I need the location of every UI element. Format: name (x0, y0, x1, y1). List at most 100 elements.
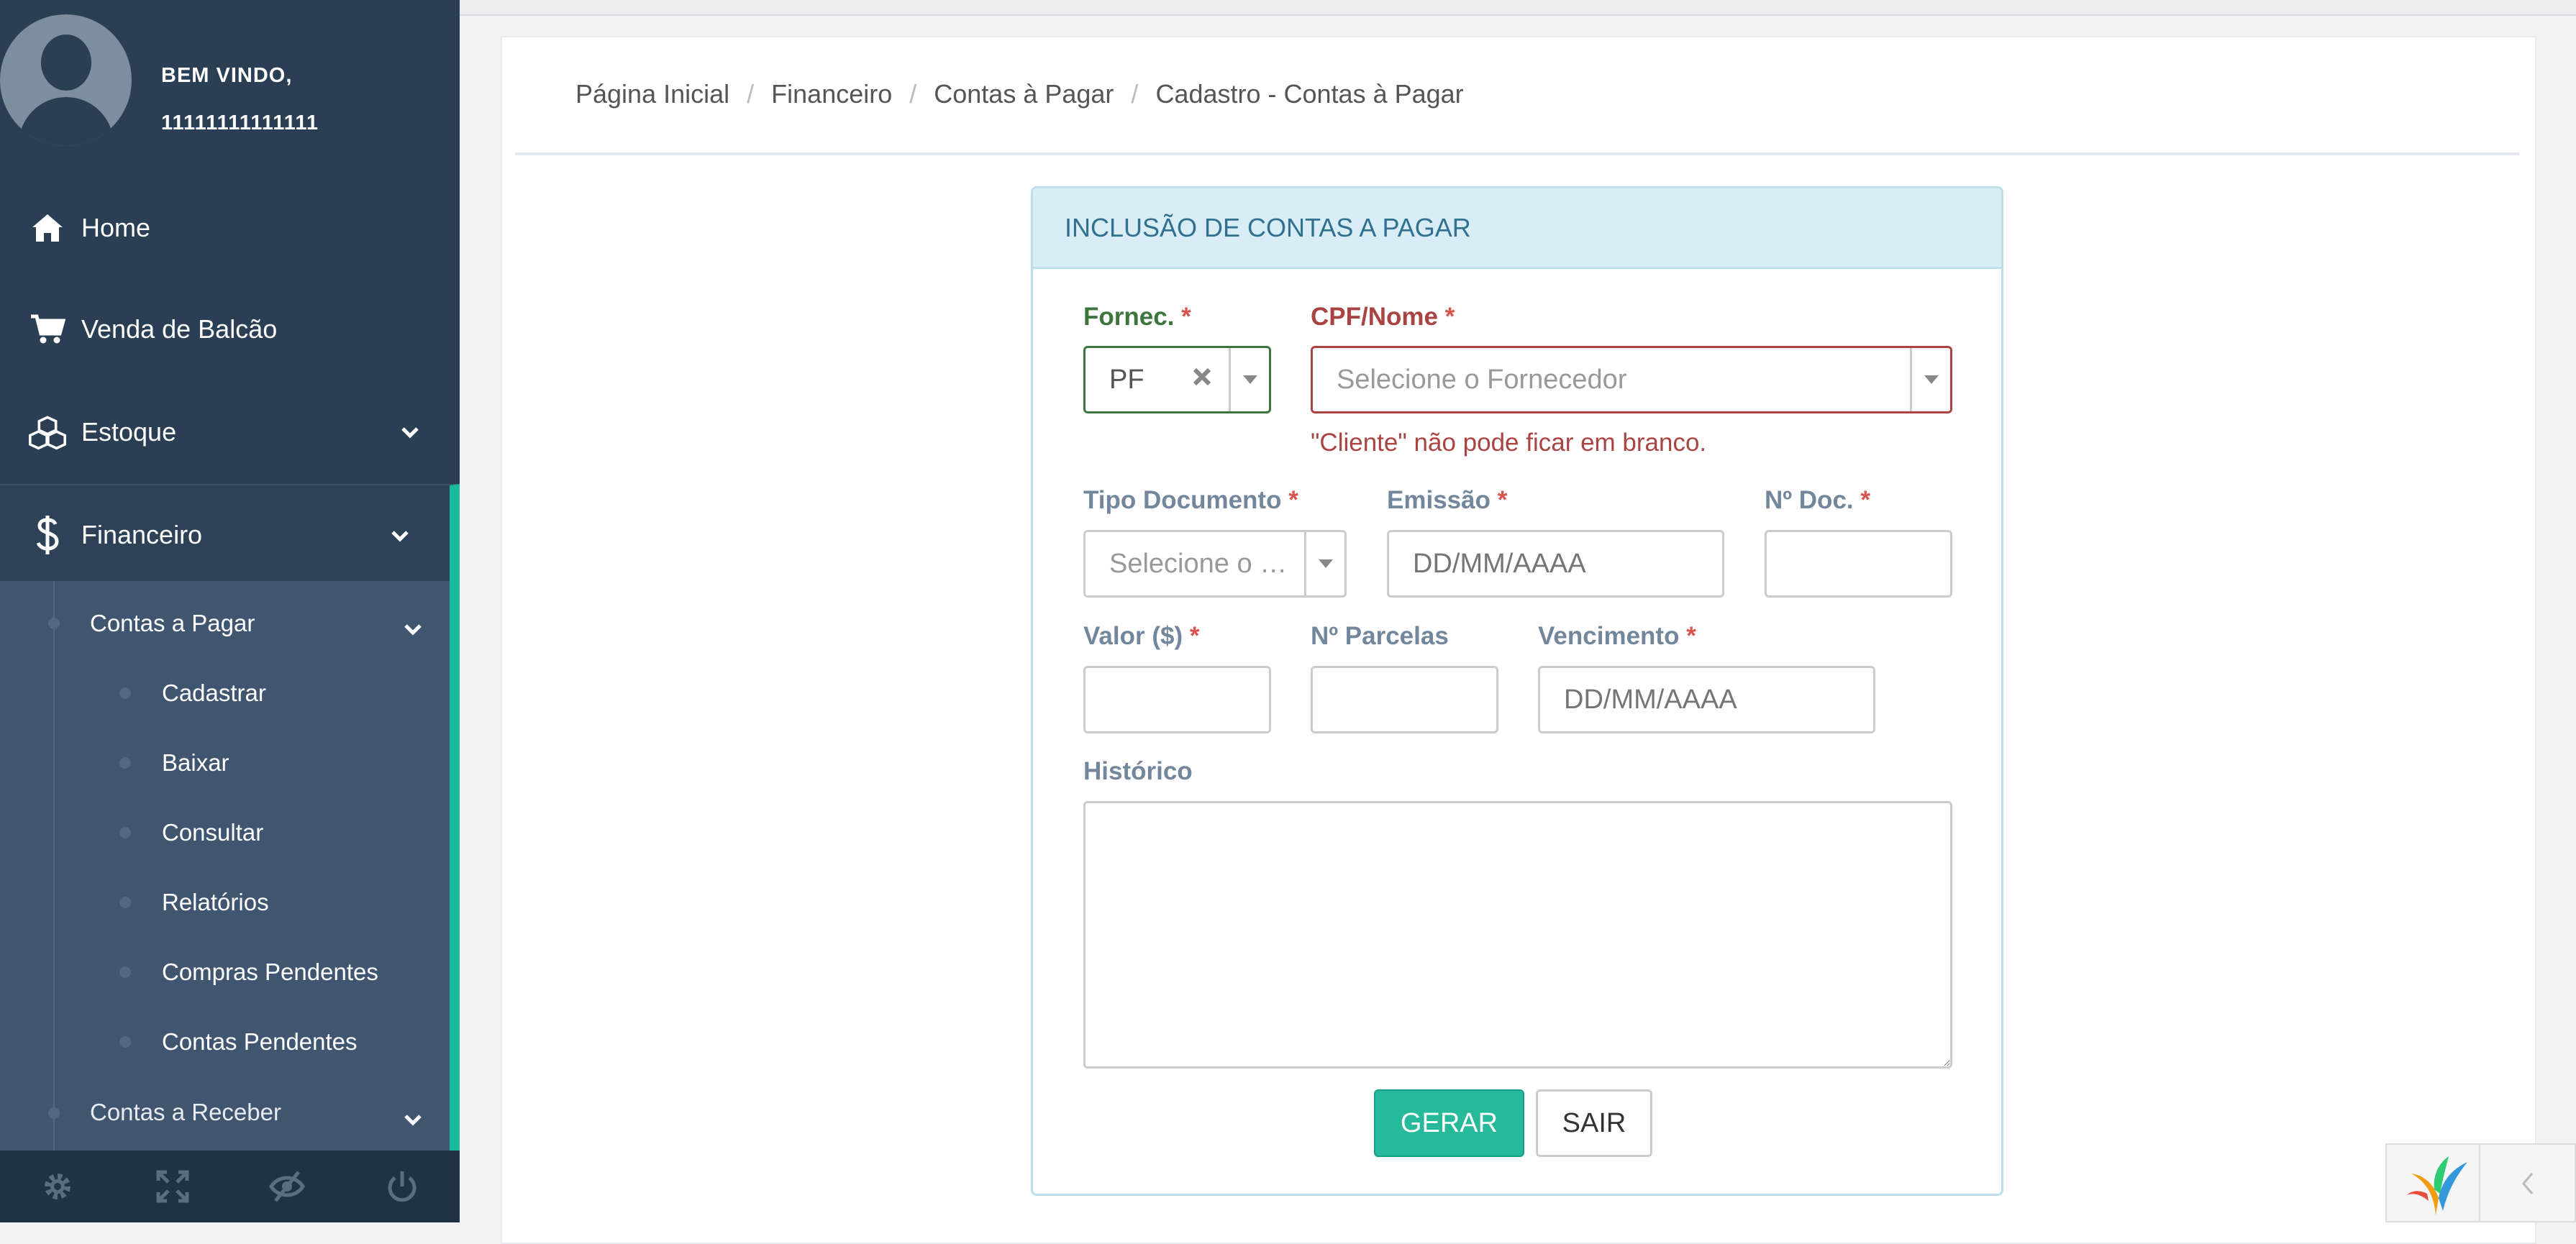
compras-pendentes-label: Compras Pendentes (162, 959, 378, 985)
welcome-text: BEM VINDO, 11111111111111 (161, 52, 319, 147)
breadcrumb-financeiro[interactable]: Financeiro (771, 79, 892, 109)
dropdown-arrow[interactable] (1304, 532, 1344, 595)
emissao-input[interactable] (1387, 530, 1724, 598)
sidebar: BEM VINDO, 11111111111111 Home Venda de … (0, 0, 460, 1222)
lock-button[interactable] (230, 1151, 345, 1222)
cpf-label: CPF/Nome * (1311, 303, 1455, 331)
chevron-down-icon (401, 427, 419, 439)
dropdown-arrow[interactable] (1910, 348, 1950, 411)
submenu-line (53, 581, 55, 1151)
fornec-label: Fornec. * (1083, 303, 1191, 331)
vencimento-label: Vencimento * (1538, 622, 1696, 650)
clear-icon[interactable] (1191, 364, 1213, 395)
emissao-label: Emissão * (1387, 486, 1508, 514)
consultar-label: Consultar (162, 819, 264, 846)
cubes-icon (29, 413, 66, 451)
avatar (0, 14, 132, 146)
submenu-dot (48, 1107, 60, 1119)
submenu-contas-receber[interactable]: Contas a Receber (90, 1099, 281, 1126)
nav-estoque-label: Estoque (81, 417, 177, 447)
tipo-placeholder: Selecione o … (1109, 548, 1288, 579)
submenu-dot (48, 618, 60, 629)
breadcrumb: Página Inicial / Financeiro / Contas à P… (575, 79, 1464, 109)
vencimento-input[interactable] (1538, 666, 1875, 733)
nav-home-label: Home (81, 213, 151, 242)
baixar-label: Baixar (162, 749, 229, 776)
username: 11111111111111 (161, 111, 319, 134)
contas-pagar-label: Contas a Pagar (90, 610, 255, 636)
nav-estoque[interactable]: Estoque (0, 382, 460, 482)
active-indicator (450, 489, 460, 1151)
caret-down-icon (1242, 375, 1257, 384)
dropdown-arrow[interactable] (1229, 348, 1269, 411)
submenu-compras-pendentes[interactable]: Compras Pendentes (162, 959, 378, 986)
relatorios-label: Relatórios (162, 889, 269, 915)
fornec-value: PF (1109, 364, 1144, 395)
breadcrumb-divider (515, 152, 2519, 155)
dollar-icon (29, 516, 66, 554)
submenu-dot (119, 1036, 131, 1048)
form-title: INCLUSÃO DE CONTAS A PAGAR (1033, 188, 2001, 269)
sidebar-footer (0, 1151, 460, 1222)
historico-textarea[interactable] (1083, 801, 1952, 1069)
submenu-baixar[interactable]: Baixar (162, 749, 229, 777)
chevron-left-icon (2522, 1173, 2534, 1194)
caret-down-icon (1924, 375, 1939, 384)
fullscreen-button[interactable] (115, 1151, 230, 1222)
submenu-dot (119, 757, 131, 769)
parcelas-label: Nº Parcelas (1311, 622, 1449, 650)
fullscreen-icon (156, 1170, 189, 1203)
form-title-text: INCLUSÃO DE CONTAS A PAGAR (1065, 212, 1471, 242)
ndoc-label: Nº Doc. * (1765, 486, 1870, 514)
home-icon (29, 209, 66, 247)
ndoc-input[interactable] (1765, 530, 1952, 598)
chevron-down-icon (404, 1115, 422, 1126)
nav-home[interactable]: Home (0, 178, 460, 278)
caret-down-icon (1318, 559, 1333, 568)
nav-venda-label: Venda de Balcão (81, 314, 278, 344)
gerar-label: GERAR (1400, 1107, 1498, 1138)
nav-venda-balcao[interactable]: Venda de Balcão (0, 279, 460, 380)
financeiro-submenu (0, 581, 450, 1151)
submenu-dot (119, 687, 131, 699)
yii-logo-icon (2407, 1156, 2467, 1215)
submenu-cadastrar[interactable]: Cadastrar (162, 680, 266, 707)
logout-button[interactable] (345, 1151, 460, 1222)
breadcrumb-contas-pagar[interactable]: Contas à Pagar (934, 79, 1114, 109)
gerar-button[interactable]: GERAR (1374, 1089, 1524, 1157)
profile: BEM VINDO, 11111111111111 (0, 0, 460, 147)
submenu-dot (119, 966, 131, 978)
parcelas-input[interactable] (1311, 666, 1498, 733)
breadcrumb-home[interactable]: Página Inicial (575, 79, 729, 109)
gear-icon (44, 1174, 70, 1199)
submenu-contas-pagar[interactable]: Contas a Pagar (90, 610, 255, 637)
sair-label: SAIR (1562, 1107, 1626, 1138)
cpf-error: "Cliente" não pode ficar em branco. (1311, 429, 1707, 457)
submenu-dot (119, 827, 131, 838)
cpf-select[interactable]: Selecione o Fornecedor (1311, 346, 1952, 413)
cpf-placeholder: Selecione o Fornecedor (1337, 364, 1627, 395)
chevron-down-icon (404, 624, 422, 636)
tipo-select[interactable]: Selecione o … (1083, 530, 1347, 598)
eye-slash-icon (269, 1171, 306, 1202)
debug-toolbar[interactable] (2385, 1143, 2576, 1222)
settings-button[interactable] (0, 1151, 115, 1222)
welcome-label: BEM VINDO, (161, 64, 293, 87)
chevron-down-icon (391, 531, 409, 542)
tipo-label: Tipo Documento * (1083, 486, 1298, 514)
historico-label: Histórico (1083, 757, 1193, 785)
breadcrumb-current: Cadastro - Contas à Pagar (1155, 79, 1464, 109)
top-bar (460, 0, 2576, 16)
nav-financeiro-label: Financeiro (81, 520, 203, 549)
submenu-consultar[interactable]: Consultar (162, 819, 263, 846)
fornec-select[interactable]: PF (1083, 346, 1271, 413)
valor-label: Valor ($) * (1083, 622, 1200, 650)
contas-pendentes-label: Contas Pendentes (162, 1028, 358, 1055)
sair-button[interactable]: SAIR (1536, 1089, 1652, 1157)
nav-financeiro[interactable]: Financeiro (0, 484, 460, 585)
submenu-relatorios[interactable]: Relatórios (162, 889, 269, 916)
valor-input[interactable] (1083, 666, 1271, 733)
cadastrar-label: Cadastrar (162, 680, 266, 706)
contas-receber-label: Contas a Receber (90, 1099, 281, 1125)
submenu-contas-pendentes[interactable]: Contas Pendentes (162, 1028, 358, 1056)
